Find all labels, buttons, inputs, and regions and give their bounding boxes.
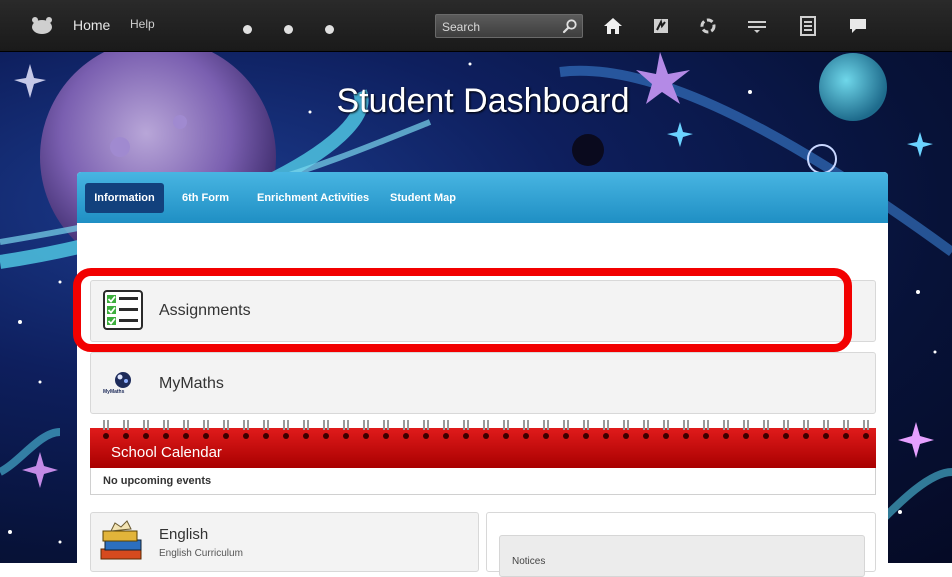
tab-student-map[interactable]: Student Map	[390, 183, 456, 213]
page-title: Student Dashboard	[336, 82, 630, 120]
resources-icon[interactable]	[698, 16, 718, 36]
mymaths-logo-text: MyMaths	[103, 389, 125, 395]
tab-bar: Information 6th Form Enrichment Activiti…	[77, 172, 888, 223]
page-dot[interactable]	[325, 25, 334, 34]
calendar-empty-message: No upcoming events	[103, 475, 212, 487]
calendar-header: School Calendar	[90, 420, 876, 468]
search-box	[435, 14, 583, 38]
home-link[interactable]: Home	[73, 17, 110, 33]
notices-header: Notices	[499, 535, 865, 577]
tab-enrichment-activities[interactable]: Enrichment Activities	[257, 183, 369, 213]
calendar-rings-icon	[103, 420, 869, 439]
news-icon[interactable]	[651, 16, 671, 36]
files-icon[interactable]	[798, 16, 818, 36]
notices-title: Notices	[512, 556, 546, 567]
notices-card: Notices	[486, 512, 876, 577]
page-indicator	[243, 21, 366, 39]
tab-6th-form[interactable]: 6th Form	[182, 183, 229, 213]
page-dot[interactable]	[284, 25, 293, 34]
books-icon	[100, 520, 142, 560]
top-navigation-bar: Home Help	[0, 0, 952, 52]
tools-icon[interactable]	[747, 16, 767, 36]
mymaths-logo-icon: MyMaths	[101, 370, 145, 400]
calendar-body: No upcoming events	[90, 468, 876, 495]
highlight-annotation	[73, 268, 852, 352]
mymaths-card[interactable]: MyMaths MyMaths	[90, 352, 876, 414]
calendar-title[interactable]: School Calendar	[111, 444, 222, 461]
chat-icon[interactable]	[848, 16, 868, 36]
search-input[interactable]	[440, 18, 556, 36]
mymaths-label: MyMaths	[159, 375, 224, 392]
english-sublabel: English Curriculum	[159, 548, 243, 559]
english-label: English	[159, 526, 209, 543]
english-card[interactable]: English English Curriculum	[90, 512, 479, 572]
page-dot[interactable]	[243, 25, 252, 34]
school-logo-icon[interactable]	[30, 15, 54, 35]
search-icon[interactable]	[562, 18, 578, 34]
home-icon[interactable]	[603, 16, 623, 36]
tab-information[interactable]: Information	[85, 183, 164, 213]
school-calendar-widget: School Calendar No upcoming events	[90, 420, 876, 495]
help-link[interactable]: Help	[130, 17, 155, 31]
